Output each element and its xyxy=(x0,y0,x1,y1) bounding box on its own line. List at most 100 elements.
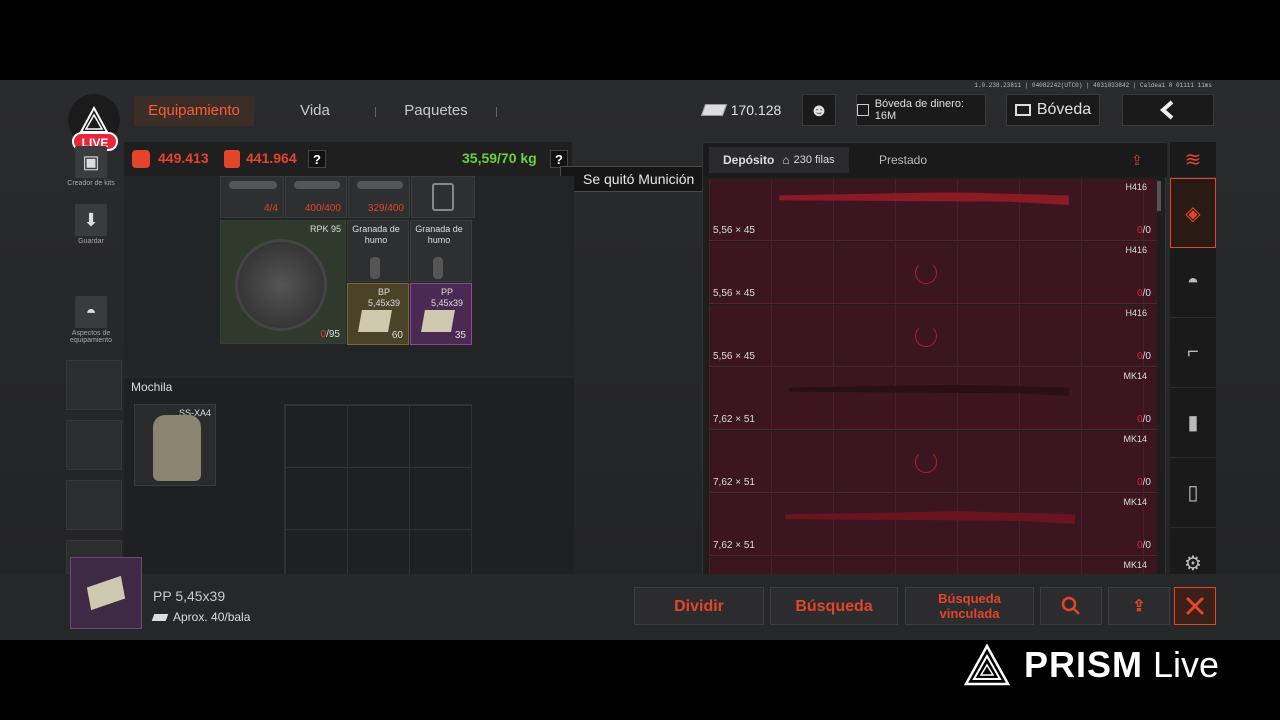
grenade-icon xyxy=(370,257,380,279)
loadout-panel: 4/4 400/400 329/400 RPK 95 0/95 Granada … xyxy=(124,176,574,376)
caliber-label: 7,62 × 51 xyxy=(713,477,755,488)
home-icon: ⌂ xyxy=(782,153,790,167)
split-button[interactable]: Dividir xyxy=(634,587,764,625)
close-icon xyxy=(1185,596,1205,616)
durability: 0/0 xyxy=(1137,414,1151,425)
category-magazines[interactable]: ▮ xyxy=(1170,388,1216,458)
ammo-slot-bp[interactable]: BP 5,45x39 60 xyxy=(347,283,409,345)
tab-equipamiento[interactable]: Equipamiento xyxy=(134,96,254,126)
category-all[interactable]: ≋ xyxy=(1170,142,1216,178)
deposit-row[interactable]: H416 5,56 × 45 0/0 xyxy=(709,305,1157,367)
sidebar-item-label: Aspectos de equipamiento xyxy=(69,330,113,344)
vest-value-icon xyxy=(224,150,240,168)
slot-item[interactable]: 400/400 xyxy=(285,176,347,218)
deposit-tab-label: Depósito xyxy=(723,153,775,167)
weapon-name: MK14 xyxy=(1123,560,1147,570)
category-weapons[interactable]: ⌐ xyxy=(1170,318,1216,388)
help-button[interactable]: ? xyxy=(308,150,326,168)
deposit-panel: Depósito ⌂ 230 filas Prestado ⇪ H416 5,5… xyxy=(702,142,1167,579)
stat-value-1: 449.413 xyxy=(158,150,209,166)
ammo-box-icon xyxy=(421,310,455,332)
durability: 0/0 xyxy=(1137,477,1151,488)
smoke-grenade-slot[interactable]: Granada de humo xyxy=(347,220,409,282)
prism-live-watermark: PRISM Live xyxy=(964,643,1219,687)
durability: 0/0 xyxy=(1137,540,1151,551)
cash-icon xyxy=(151,613,169,621)
item-label: Granada de humo xyxy=(415,224,463,245)
tab-vida[interactable]: Vida xyxy=(270,96,360,126)
caliber-label: 7,62 × 51 xyxy=(713,540,755,551)
category-helmet[interactable]: ◓ xyxy=(1170,248,1216,318)
slot-item[interactable] xyxy=(411,176,475,218)
close-button[interactable] xyxy=(1174,587,1216,625)
deposit-row[interactable]: H416 5,56 × 45 0/0 xyxy=(709,242,1157,304)
sidebar-item-skins[interactable]: ◓ Aspectos de equipamiento xyxy=(60,296,122,344)
tab-separator xyxy=(375,107,376,117)
slot-item[interactable]: 329/400 xyxy=(348,176,410,218)
money-vault-icon xyxy=(857,104,869,116)
vault-button[interactable]: Bóveda xyxy=(1006,94,1100,126)
caliber-label: 7,62 × 51 xyxy=(713,414,755,425)
weight-value: 35,59/70 kg xyxy=(462,150,537,166)
category-sidebar: ≋ ◈ ◓ ⌐ ▮ ▯ ⚙ xyxy=(1170,142,1216,578)
rows-count: 230 filas xyxy=(793,154,835,166)
stack-icon: ◈ xyxy=(1185,202,1201,225)
helmet-icon: ◓ xyxy=(75,296,107,328)
selected-item-icon xyxy=(70,557,142,629)
ammo-slot-pp[interactable]: PP 5,45x39 35 xyxy=(410,283,472,345)
tab-paquetes[interactable]: Paquetes xyxy=(390,96,482,126)
empty-slot[interactable] xyxy=(66,480,122,530)
empty-slot[interactable] xyxy=(66,360,122,410)
tab-deposito[interactable]: Depósito ⌂ 230 filas xyxy=(709,147,849,173)
version-info: 1.0.238.23811 | 04082242(UTC0) | 4031033… xyxy=(974,82,1212,89)
sort-export-button[interactable]: ⇪ xyxy=(1108,587,1170,625)
category-ammo[interactable]: ▯ xyxy=(1170,458,1216,528)
magnify-button[interactable] xyxy=(1040,587,1102,625)
linked-search-button[interactable]: Búsqueda vinculada xyxy=(905,587,1034,625)
grenade-icon xyxy=(433,257,443,279)
selected-item-price-row: Aprox. 40/bala xyxy=(151,610,250,624)
tab-prestado[interactable]: Prestado xyxy=(853,147,953,173)
category-equipment[interactable]: ◈ xyxy=(1170,178,1216,248)
durability: 0/0 xyxy=(1137,288,1151,299)
operator-button[interactable]: ☻ xyxy=(802,94,836,126)
vault-label: Bóveda xyxy=(1036,101,1092,118)
item-label: Granada de humo xyxy=(352,224,400,245)
sort-button[interactable]: ⇪ xyxy=(1117,147,1157,173)
deposit-row[interactable]: MK14 7,62 × 51 0/0 xyxy=(709,494,1157,556)
deposit-row[interactable]: MK14 7,62 × 51 0/0 xyxy=(709,368,1157,430)
vault-money-button[interactable]: Bóveda de dinero: 16M xyxy=(856,94,986,126)
search-icon xyxy=(1061,596,1080,615)
back-button[interactable] xyxy=(1122,94,1214,126)
weapon-name: MK14 xyxy=(1123,434,1147,444)
watermark-suffix: Live xyxy=(1153,644,1220,685)
sort-icon: ⇪ xyxy=(1132,597,1146,615)
weapon-name: H416 xyxy=(1125,308,1147,318)
vault-money-label: Bóveda de dinero: 16M xyxy=(874,98,964,122)
magazine-icon: ▮ xyxy=(1187,412,1199,434)
smoke-grenade-slot[interactable]: Granada de humo xyxy=(410,220,472,282)
selected-item-name: PP 5,45x39 xyxy=(153,588,226,604)
weapon-name: MK14 xyxy=(1123,371,1147,381)
currency-display: 170.128 xyxy=(700,94,782,126)
empty-slot[interactable] xyxy=(66,420,122,470)
rpk-magazine-slot[interactable]: RPK 95 0/95 xyxy=(220,220,346,344)
attachment-icon xyxy=(432,183,454,211)
item-count: 400/400 xyxy=(304,203,341,214)
deposit-row[interactable]: MK14 7,62 × 51 0/0 xyxy=(709,431,1157,493)
deposit-row[interactable]: H416 5,56 × 45 0/0 xyxy=(709,179,1157,241)
backpack-value-icon xyxy=(132,150,150,168)
stats-bar: 449.413 441.964 ? 35,59/70 kg ? xyxy=(124,142,572,176)
item-count: 4/4 xyxy=(264,203,278,214)
slot-item[interactable]: 4/4 xyxy=(220,176,284,218)
tab-separator xyxy=(496,107,497,117)
durability: 0/0 xyxy=(1137,351,1151,362)
item-image xyxy=(294,181,340,189)
sidebar-item-save[interactable]: ⬇ Guardar xyxy=(60,204,122,245)
ammo-box-icon xyxy=(358,310,392,332)
cash-icon xyxy=(700,104,727,116)
bullet-icon: ▯ xyxy=(1187,482,1199,504)
search-button[interactable]: Búsqueda xyxy=(770,587,898,625)
backpack-slot[interactable]: SS-XA4 xyxy=(134,404,216,486)
sidebar-item-kit-creator[interactable]: ▣ Creador de kits xyxy=(60,146,122,187)
